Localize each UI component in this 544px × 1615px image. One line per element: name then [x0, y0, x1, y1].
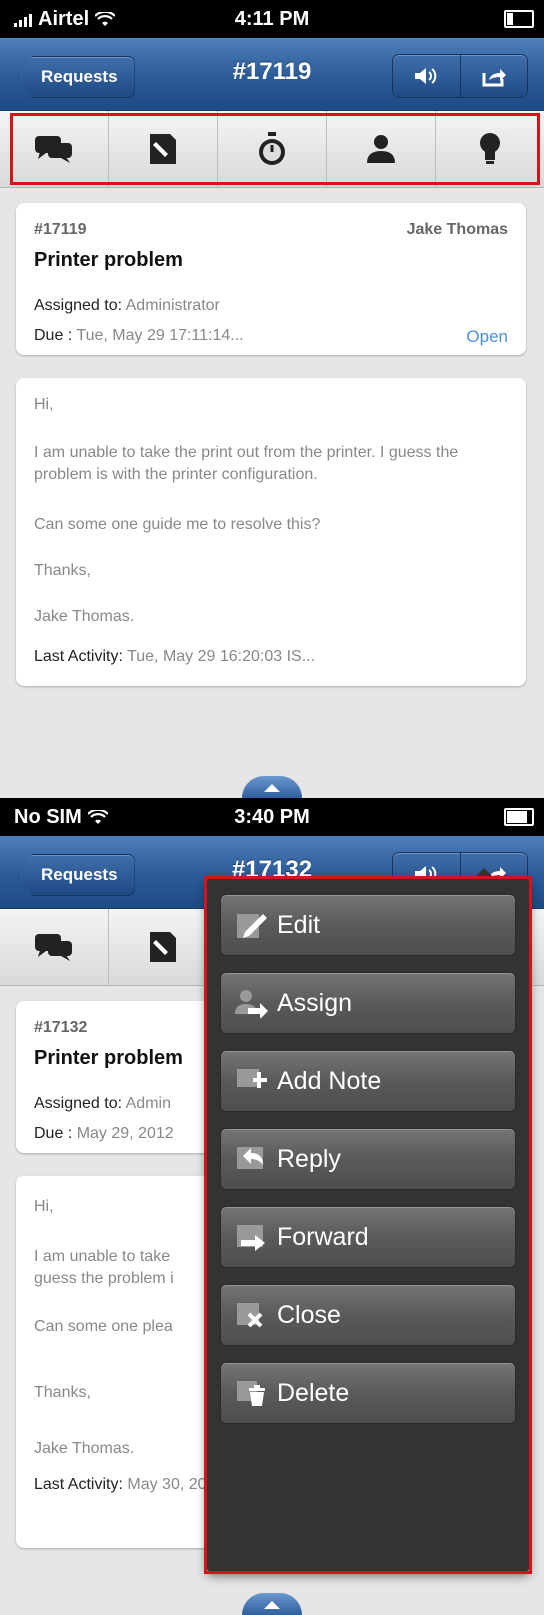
menu-assign-button[interactable]: Assign — [220, 972, 516, 1034]
request-subject: Printer problem — [34, 249, 183, 271]
menu-label: Add Note — [277, 1066, 382, 1095]
description-closing: Thanks, — [34, 562, 91, 579]
request-summary-card[interactable]: #17119 Jake Thomas Printer problem Assig… — [16, 203, 526, 355]
popover-arrow — [474, 868, 494, 878]
screenshot-actions-menu: No SIM 3:40 PM Requests #17132 #17132 Pr… — [0, 798, 544, 1615]
delete-icon — [231, 1375, 273, 1411]
request-id: #17132 — [34, 1019, 88, 1036]
speaker-button[interactable] — [393, 55, 460, 97]
description-card: Hi, I am unable to take the print out fr… — [16, 378, 526, 686]
share-button[interactable] — [459, 55, 528, 97]
requester-name: Jake Thomas — [406, 221, 508, 238]
conversations-icon — [35, 934, 72, 961]
toolbar-tasks[interactable] — [109, 909, 218, 985]
speaker-icon — [415, 68, 437, 84]
reply-icon — [231, 1141, 273, 1177]
due-label: Due : — [34, 327, 73, 344]
edit-icon — [231, 907, 273, 943]
assigned-row: Assigned to: Admin — [34, 1095, 171, 1113]
timer-icon — [259, 132, 285, 165]
battery-charging-icon — [504, 808, 534, 826]
assign-icon — [231, 985, 273, 1021]
solution-icon — [480, 133, 500, 164]
clock: 3:40 PM — [234, 806, 310, 828]
menu-label: Reply — [277, 1144, 341, 1173]
description-paragraph: Can some one guide me to resolve this? — [34, 516, 321, 533]
last-activity-row: Last Activity: Tue, May 29 16:20:03 IS..… — [34, 648, 315, 666]
add-note-icon — [231, 1063, 273, 1099]
battery-icon — [504, 10, 534, 28]
assigned-label: Assigned to: — [34, 297, 123, 314]
menu-add-note-button[interactable]: Add Note — [220, 1050, 516, 1112]
request-subject: Printer problem — [34, 1047, 183, 1069]
due-row: Due : Tue, May 29 17:11:14... — [34, 327, 244, 345]
description-greeting: Hi, — [34, 396, 54, 413]
conversations-icon — [35, 136, 72, 163]
toolbar-tasks[interactable] — [109, 111, 218, 187]
assigned-value: Admin — [125, 1095, 171, 1112]
pull-up-handle[interactable] — [242, 776, 302, 798]
status-bar: Airtel 4:11 PM — [0, 0, 544, 38]
menu-label: Edit — [277, 910, 321, 939]
menu-label: Delete — [277, 1378, 350, 1407]
assigned-row: Assigned to: Administrator — [34, 297, 220, 315]
menu-edit-button[interactable]: Edit — [220, 894, 516, 956]
forward-icon — [231, 1219, 273, 1255]
toolbar-timer[interactable] — [218, 111, 327, 187]
actions-popover: Edit Assign Add Note Reply Forward Close… — [206, 868, 530, 1572]
description-paragraph: I am unable to take the print out from t… — [34, 444, 459, 483]
pull-up-handle[interactable] — [242, 1593, 302, 1615]
last-activity-value: Tue, May 29 16:20:03 IS... — [127, 648, 316, 665]
request-toolbar — [0, 111, 544, 188]
status-badge: Open — [466, 327, 508, 346]
description-signature: Jake Thomas. — [34, 608, 135, 625]
toolbar-conversations[interactable] — [0, 111, 109, 187]
close-icon — [231, 1297, 273, 1333]
due-label: Due : — [34, 1125, 73, 1142]
assigned-value: Administrator — [125, 297, 220, 314]
last-activity-label: Last Activity: — [34, 648, 123, 665]
tasks-icon — [150, 134, 176, 164]
last-activity-label: Last Activity: — [34, 1476, 123, 1493]
toolbar-conversations[interactable] — [0, 909, 109, 985]
menu-delete-button[interactable]: Delete — [220, 1362, 516, 1424]
menu-label: Close — [277, 1300, 341, 1329]
due-row: Due : May 29, 2012 — [34, 1125, 174, 1143]
request-id: #17119 — [34, 221, 87, 238]
nav-segment — [392, 54, 528, 98]
due-value: May 29, 2012 — [76, 1125, 174, 1142]
menu-label: Assign — [277, 988, 353, 1017]
menu-label: Forward — [277, 1222, 369, 1251]
nav-bar: Requests #17119 — [0, 38, 544, 111]
menu-forward-button[interactable]: Forward — [220, 1206, 516, 1268]
menu-reply-button[interactable]: Reply — [220, 1128, 516, 1190]
due-value: Tue, May 29 17:11:14... — [76, 327, 244, 344]
status-bar: No SIM 3:40 PM — [0, 798, 544, 836]
clock: 4:11 PM — [234, 8, 310, 30]
share-icon — [482, 69, 506, 87]
toolbar-solutions[interactable] — [436, 111, 544, 187]
tasks-icon — [150, 932, 176, 962]
assigned-label: Assigned to: — [34, 1095, 123, 1112]
screenshot-request-detail: Airtel 4:11 PM Requests #17119 #17119 Ja… — [0, 0, 544, 798]
toolbar-requester[interactable] — [327, 111, 436, 187]
requester-icon — [367, 135, 395, 163]
menu-close-button[interactable]: Close — [220, 1284, 516, 1346]
